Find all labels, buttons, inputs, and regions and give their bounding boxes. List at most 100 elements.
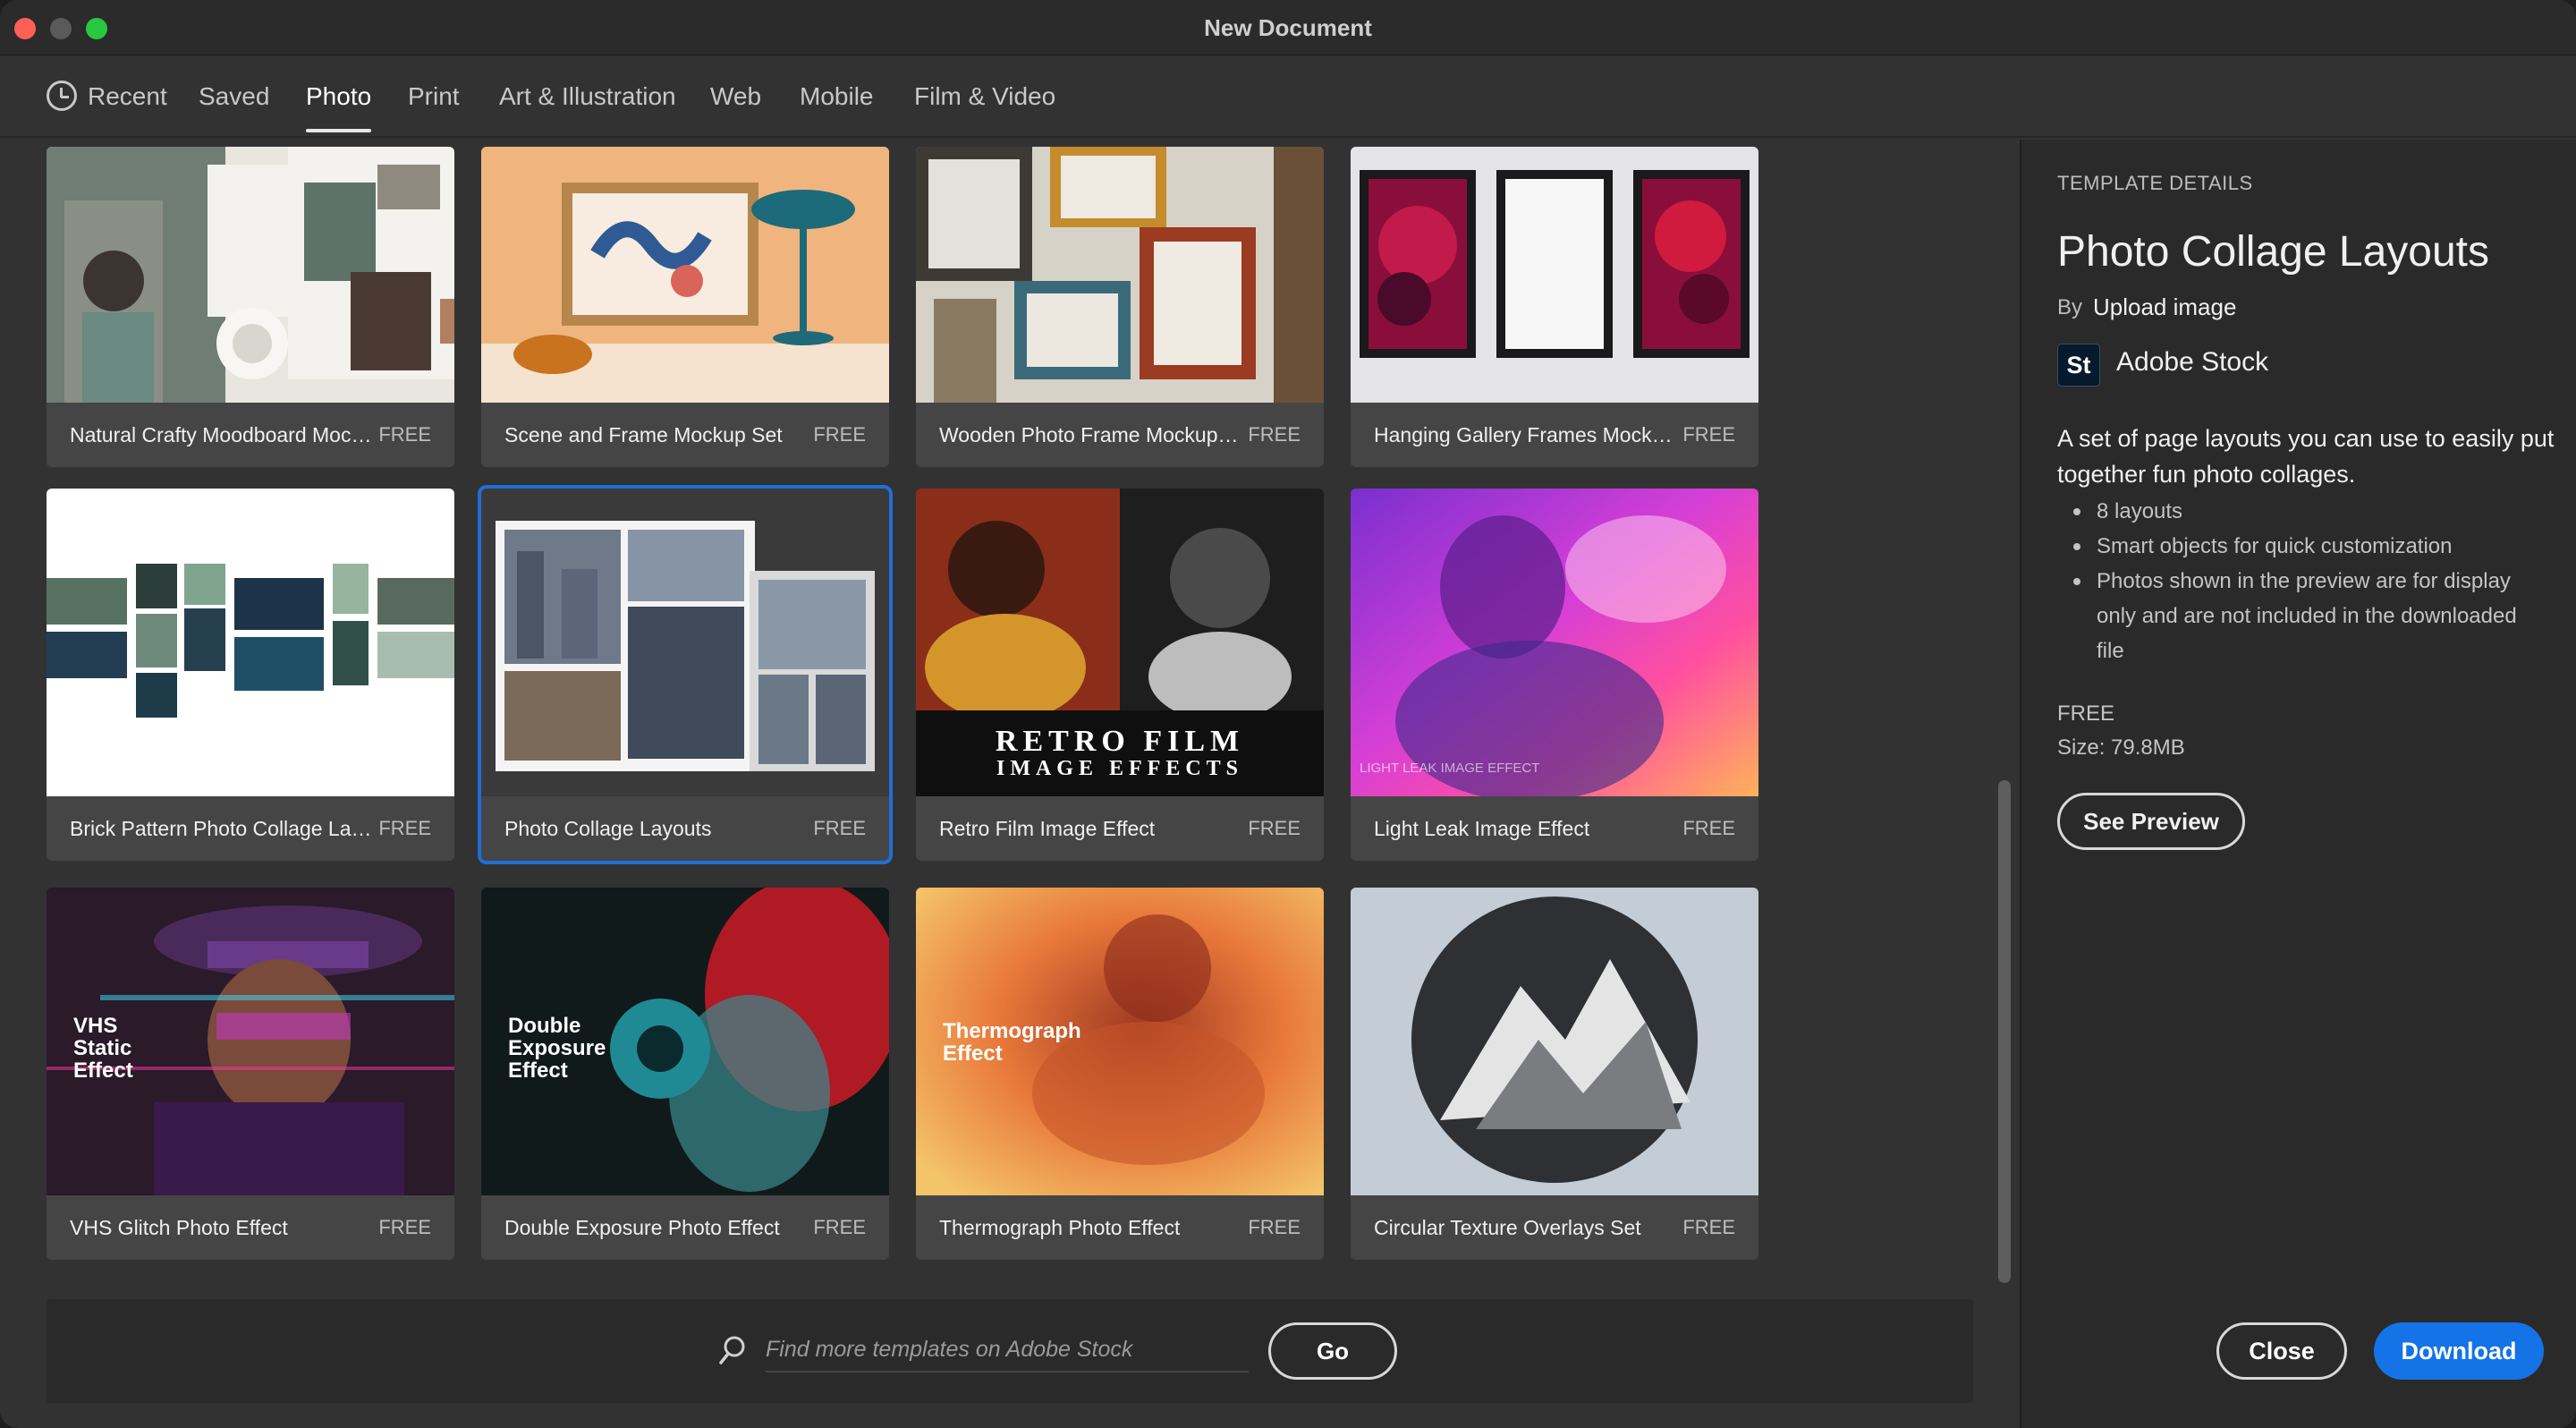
template-price: FREE bbox=[813, 423, 866, 446]
adobe-stock-logo: St bbox=[2057, 344, 2100, 387]
template-caption: Hanging Gallery Frames Mockups FREE bbox=[1351, 403, 1758, 467]
template-caption: Light Leak Image Effect FREE bbox=[1351, 796, 1758, 861]
tab-print[interactable]: Print bbox=[408, 55, 460, 138]
thumb-line: Effect bbox=[508, 1058, 568, 1083]
template-name: Thermograph Photo Effect bbox=[939, 1216, 1181, 1239]
category-tabs: Recent Saved Photo Print Art & Illustrat… bbox=[0, 55, 2576, 138]
stock-search-input[interactable] bbox=[766, 1328, 1249, 1373]
template-price: FREE bbox=[1682, 423, 1735, 446]
tab-recent[interactable]: Recent bbox=[88, 55, 167, 138]
retro-title-bar: RETRO FILM IMAGE EFFECTS bbox=[916, 710, 1324, 796]
template-card[interactable]: Double Exposure Effect Double Exposure P… bbox=[481, 888, 889, 1260]
template-thumbnail bbox=[916, 147, 1324, 403]
template-description: A set of page layouts you can use to eas… bbox=[2057, 425, 2555, 488]
template-caption: Photo Collage Layouts FREE bbox=[481, 796, 889, 861]
new-document-dialog: New Document Recent Saved Photo Print Ar… bbox=[0, 0, 2576, 1428]
template-caption: Circular Texture Overlays Set FREE bbox=[1351, 1195, 1758, 1260]
grid-scrollbar[interactable] bbox=[1998, 780, 2011, 1283]
search-icon bbox=[719, 1336, 745, 1364]
template-caption: Brick Pattern Photo Collage Layo... FREE bbox=[47, 796, 454, 861]
window-title: New Document bbox=[1204, 14, 1372, 41]
template-price: FREE bbox=[1682, 1216, 1735, 1238]
panel-heading: TEMPLATE DETAILS bbox=[2057, 172, 2253, 194]
template-thumbnail bbox=[47, 489, 454, 796]
template-thumbnail: LIGHT LEAK IMAGE EFFECT bbox=[1351, 489, 1758, 796]
template-thumbnail: VHS Static Effect bbox=[47, 888, 454, 1195]
clock-icon bbox=[47, 81, 77, 111]
template-price: FREE bbox=[813, 817, 866, 839]
template-name: Retro Film Image Effect bbox=[939, 817, 1156, 840]
template-thumbnail bbox=[481, 147, 889, 403]
template-thumbnail: RETRO FILM IMAGE EFFECTS bbox=[916, 489, 1324, 796]
thumb-line: Static bbox=[73, 1036, 132, 1060]
template-name: Brick Pattern Photo Collage Layo... bbox=[70, 817, 374, 840]
thumb-line: Effect bbox=[73, 1058, 133, 1083]
template-grid: Natural Crafty Moodboard Mockup FREE Sce… bbox=[0, 140, 2018, 1428]
template-card[interactable]: RETRO FILM IMAGE EFFECTS Retro Film Imag… bbox=[916, 489, 1324, 861]
tab-web[interactable]: Web bbox=[710, 55, 761, 138]
stock-search-bar: Go bbox=[47, 1299, 1973, 1403]
template-card-selected[interactable]: Photo Collage Layouts FREE bbox=[481, 489, 889, 861]
author-name: Upload image bbox=[2093, 293, 2237, 320]
download-button[interactable]: Download bbox=[2374, 1322, 2544, 1380]
template-card[interactable]: Circular Texture Overlays Set FREE bbox=[1351, 888, 1758, 1260]
template-name: Photo Collage Layouts bbox=[504, 817, 712, 840]
size-label: Size: bbox=[2057, 735, 2106, 760]
template-caption: Scene and Frame Mockup Set FREE bbox=[481, 403, 889, 467]
template-card[interactable]: Wooden Photo Frame Mockup Set FREE bbox=[916, 147, 1324, 467]
template-caption: VHS Glitch Photo Effect FREE bbox=[47, 1195, 454, 1260]
by-label: By bbox=[2057, 295, 2083, 319]
template-name: Wooden Photo Frame Mockup Set bbox=[939, 423, 1243, 446]
template-price: FREE bbox=[1682, 817, 1735, 839]
template-caption: Thermograph Photo Effect FREE bbox=[916, 1195, 1324, 1260]
template-name: Hanging Gallery Frames Mockups bbox=[1374, 423, 1678, 446]
template-thumbnail bbox=[1351, 888, 1758, 1195]
thumb-line: Double bbox=[508, 1014, 581, 1038]
title-bar: New Document bbox=[0, 0, 2576, 55]
template-card[interactable]: Brick Pattern Photo Collage Layo... FREE bbox=[47, 489, 454, 861]
template-card[interactable]: LIGHT LEAK IMAGE EFFECT Light Leak Image… bbox=[1351, 489, 1758, 861]
thumb-line: VHS bbox=[73, 1014, 118, 1038]
tab-film-video[interactable]: Film & Video bbox=[914, 55, 1055, 138]
template-name: Scene and Frame Mockup Set bbox=[504, 423, 783, 446]
template-thumbnail: Thermograph Effect bbox=[916, 888, 1324, 1195]
template-price: FREE bbox=[378, 817, 431, 839]
template-card[interactable]: Hanging Gallery Frames Mockups FREE bbox=[1351, 147, 1758, 467]
template-thumbnail bbox=[1351, 147, 1758, 403]
template-thumbnail bbox=[481, 489, 889, 796]
tab-mobile[interactable]: Mobile bbox=[800, 55, 873, 138]
template-price: FREE bbox=[1248, 1216, 1301, 1238]
feature-item: 8 layouts bbox=[2070, 494, 2535, 529]
thumb-line: Exposure bbox=[508, 1036, 606, 1060]
go-button[interactable]: Go bbox=[1268, 1322, 1397, 1380]
see-preview-button[interactable]: See Preview bbox=[2057, 793, 2245, 850]
size-value: 79.8MB bbox=[2111, 735, 2185, 760]
thumb-line: Effect bbox=[943, 1041, 1003, 1066]
template-name: Circular Texture Overlays Set bbox=[1374, 1216, 1641, 1239]
template-card[interactable]: Natural Crafty Moodboard Mockup FREE bbox=[47, 147, 454, 467]
thumb-subtitle: IMAGE EFFECTS bbox=[996, 757, 1244, 780]
template-details-panel: TEMPLATE DETAILS Photo Collage Layouts B… bbox=[2020, 140, 2576, 1428]
template-caption: Wooden Photo Frame Mockup Set FREE bbox=[916, 403, 1324, 467]
template-thumbnail: Double Exposure Effect bbox=[481, 888, 889, 1195]
feature-item: Photos shown in the preview are for disp… bbox=[2070, 564, 2535, 668]
template-caption: Double Exposure Photo Effect FREE bbox=[481, 1195, 889, 1260]
template-price: FREE bbox=[1248, 817, 1301, 839]
template-price: FREE bbox=[1248, 423, 1301, 446]
template-name: VHS Glitch Photo Effect bbox=[70, 1216, 288, 1239]
template-caption: Natural Crafty Moodboard Mockup FREE bbox=[47, 403, 454, 467]
thumb-line: Thermograph bbox=[943, 1019, 1081, 1043]
template-price: FREE bbox=[2057, 701, 2115, 726]
template-card[interactable]: Thermograph Effect Thermograph Photo Eff… bbox=[916, 888, 1324, 1260]
template-size: Size: 79.8MB bbox=[2057, 735, 2185, 761]
tab-art-illustration[interactable]: Art & Illustration bbox=[499, 55, 676, 138]
tab-saved[interactable]: Saved bbox=[199, 55, 269, 138]
template-price: FREE bbox=[378, 1216, 431, 1238]
template-card[interactable]: Scene and Frame Mockup Set FREE bbox=[481, 147, 889, 467]
template-name: Double Exposure Photo Effect bbox=[504, 1216, 780, 1239]
template-card[interactable]: VHS Static Effect VHS Glitch Photo Effec… bbox=[47, 888, 454, 1260]
thumb-title: RETRO FILM bbox=[995, 725, 1245, 758]
tab-photo[interactable]: Photo bbox=[306, 55, 372, 138]
close-button[interactable]: Close bbox=[2216, 1322, 2347, 1380]
template-name: Light Leak Image Effect bbox=[1374, 817, 1590, 840]
